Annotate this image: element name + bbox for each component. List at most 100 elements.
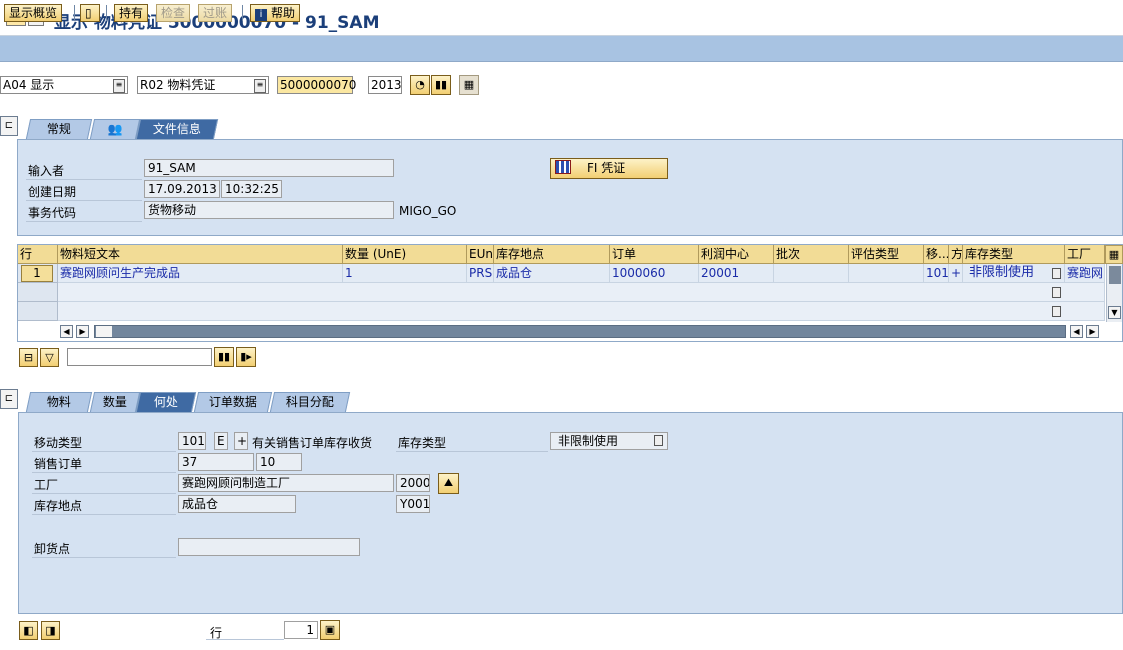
scroll-left-icon[interactable]: ◀ — [60, 325, 73, 338]
collapse-detail-icon[interactable]: ⊏ — [0, 389, 18, 409]
tab-material[interactable]: 物料 — [25, 392, 93, 412]
partners-icon: 👥 — [107, 122, 123, 136]
binoculars-icon[interactable]: ▮▮ — [431, 75, 451, 95]
table-search-input[interactable] — [67, 348, 212, 366]
vertical-scrollbar[interactable]: ▼ — [1106, 264, 1122, 322]
table-row[interactable] — [58, 302, 1105, 321]
col-header-order[interactable]: 订单 — [610, 245, 699, 264]
grid-icon[interactable]: ▦ — [459, 75, 479, 95]
cell-qty[interactable]: 1 — [343, 264, 467, 283]
tab-partner[interactable]: 👥 — [89, 119, 141, 139]
scroll-right-icon[interactable]: ▶ — [76, 325, 89, 338]
execute-icon[interactable]: ◔ — [410, 75, 430, 95]
scroll-left-icon[interactable]: ◀ — [1070, 325, 1083, 338]
plant-name-field[interactable]: 赛跑网顾问制造工厂 — [178, 474, 394, 492]
tab-quantity[interactable]: 数量 — [89, 392, 141, 412]
col-header-unit[interactable]: EUn — [467, 245, 494, 264]
plant-code-field[interactable]: 2000 — [396, 474, 430, 492]
previous-item-icon[interactable]: ◧ — [19, 621, 38, 640]
col-header-material-text[interactable]: 物料短文本 — [58, 245, 343, 264]
table-settings-icon[interactable]: ▦ — [1105, 245, 1123, 264]
col-header-line[interactable]: 行 — [18, 245, 58, 264]
tab-doc-info[interactable]: 文件信息 — [135, 119, 219, 139]
cell-stock-type[interactable]: 非限制使用 — [963, 264, 1065, 283]
tab-order-data[interactable]: 订单数据 — [193, 392, 273, 412]
stock-type-select[interactable]: 非限制使用 — [550, 432, 668, 450]
toolbar-separator — [106, 5, 107, 21]
cell-order[interactable]: 1000060 — [610, 264, 699, 283]
info-icon: i — [255, 9, 267, 21]
cell-direction[interactable]: + — [949, 264, 963, 283]
line-number-cell[interactable]: 1 — [21, 265, 53, 282]
document-number-input[interactable]: 5000000070 — [277, 76, 356, 94]
movement-type-text: 有关销售订单库存收货 — [252, 436, 373, 450]
go-to-item-icon[interactable]: ▣ — [320, 620, 340, 640]
fi-document-button[interactable]: FI 凭证 — [550, 158, 668, 179]
entered-by-field[interactable]: 91_SAM — [144, 159, 394, 177]
stock-type-dropdown-icon[interactable] — [1052, 287, 1061, 298]
tcode-field[interactable]: 货物移动 — [144, 201, 394, 219]
created-time-field[interactable]: 10:32:25 — [221, 180, 282, 198]
col-header-batch[interactable]: 批次 — [774, 245, 849, 264]
collapse-header-icon[interactable]: ⊏ — [0, 116, 18, 136]
cell-valuation[interactable] — [849, 264, 924, 283]
cell-material-text[interactable]: 赛跑网顾问生产完成品 — [58, 264, 343, 283]
tab-general[interactable]: 常规 — [25, 119, 93, 139]
row-selector[interactable] — [18, 283, 58, 302]
scroll-thumb[interactable] — [1109, 266, 1121, 284]
col-header-direction[interactable]: 方 — [949, 245, 963, 264]
col-header-profit-center[interactable]: 利润中心 — [699, 245, 774, 264]
col-header-plant[interactable]: 工厂 — [1065, 245, 1105, 264]
tab-where-label: 何处 — [153, 395, 178, 409]
footer-line-input[interactable]: 1 — [284, 621, 318, 639]
direction-field[interactable]: + — [234, 432, 248, 450]
cell-unit[interactable]: PRS — [467, 264, 494, 283]
special-stock-field[interactable]: E — [214, 432, 228, 450]
plant-address-icon[interactable]: ⛰ — [438, 473, 459, 494]
overview-button[interactable]: 显示概览 — [4, 4, 63, 22]
row-selector[interactable]: 1 — [18, 264, 58, 283]
hold-button[interactable]: 持有 — [114, 4, 149, 22]
scroll-right-icon[interactable]: ▶ — [1086, 325, 1099, 338]
col-header-stock-type[interactable]: 库存类型 — [963, 245, 1065, 264]
scroll-down-icon[interactable]: ▼ — [1108, 306, 1121, 319]
col-header-mvt[interactable]: 移... — [924, 245, 949, 264]
cell-profit-center[interactable]: 20001 — [699, 264, 774, 283]
table-row[interactable] — [58, 283, 1105, 302]
find-next-icon[interactable]: ▮▸ — [236, 347, 256, 367]
cell-batch[interactable] — [774, 264, 849, 283]
cell-plant[interactable]: 赛跑网 — [1065, 264, 1105, 283]
action-select[interactable]: A04 显示 ≡ — [0, 76, 128, 94]
label-underline — [26, 221, 142, 222]
sales-order-item-field[interactable]: 10 — [256, 453, 302, 471]
dropdown-icon — [654, 435, 663, 446]
year-input[interactable]: 2013 — [368, 76, 402, 94]
created-date-field[interactable]: 17.09.2013 — [144, 180, 220, 198]
row-selector[interactable] — [18, 302, 58, 321]
post-button[interactable]: 过账 — [198, 4, 233, 22]
col-header-valuation[interactable]: 评估类型 — [849, 245, 924, 264]
storage-location-code-field[interactable]: Y001 — [396, 495, 430, 513]
scroll-thumb[interactable] — [96, 326, 112, 337]
storage-location-name-field[interactable]: 成品仓 — [178, 495, 296, 513]
col-header-sloc[interactable]: 库存地点 — [494, 245, 610, 264]
next-item-icon[interactable]: ◨ — [41, 621, 60, 640]
find-icon[interactable]: ▮▮ — [214, 347, 234, 367]
tab-where[interactable]: 何处 — [135, 392, 197, 412]
check-button[interactable]: 检查 — [156, 4, 191, 22]
unloading-point-field[interactable] — [178, 538, 360, 556]
help-button[interactable]: i 帮助 — [250, 4, 301, 22]
reference-select[interactable]: R02 物料凭证 ≡ — [137, 76, 269, 94]
stock-type-dropdown-icon[interactable] — [1052, 306, 1061, 317]
new-document-icon[interactable]: ▯ — [80, 4, 100, 22]
stock-type-dropdown-icon[interactable] — [1052, 268, 1061, 279]
horizontal-scrollbar[interactable] — [94, 325, 1066, 338]
col-header-qty[interactable]: 数量 (UnE) — [343, 245, 467, 264]
filter-icon[interactable]: ▽ — [40, 348, 59, 367]
tab-account-assignment[interactable]: 科目分配 — [269, 392, 351, 412]
cell-mvt[interactable]: 101 — [924, 264, 949, 283]
cell-sloc[interactable]: 成品仓 — [494, 264, 610, 283]
select-all-icon[interactable]: ⊟ — [19, 348, 38, 367]
movement-type-field[interactable]: 101 — [178, 432, 206, 450]
sales-order-field[interactable]: 37 — [178, 453, 254, 471]
